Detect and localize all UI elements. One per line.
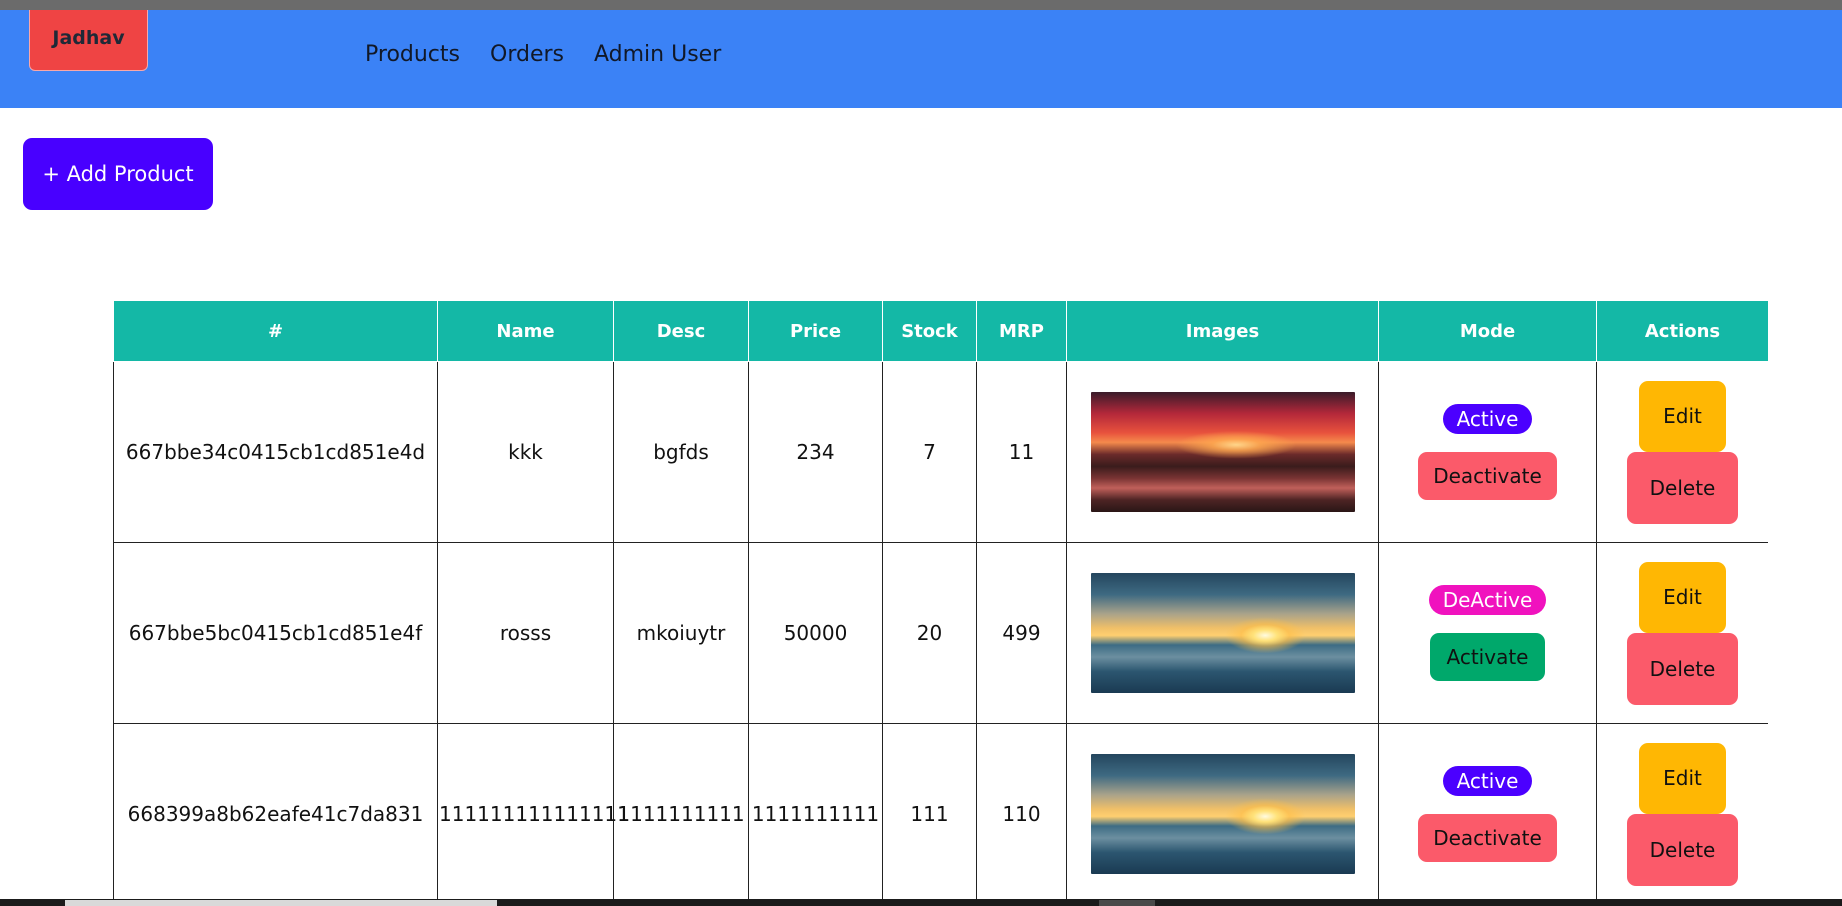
column-header-mode: Mode — [1378, 300, 1597, 362]
table-header-row: # Name Desc Price Stock MRP Images Mode … — [113, 300, 1768, 362]
cell-mode: DeActive Activate — [1378, 542, 1597, 724]
cell-actions: Edit Delete — [1596, 723, 1768, 900]
column-header-images: Images — [1066, 300, 1379, 362]
cell-mode: Active Deactivate — [1378, 723, 1597, 900]
column-header-name: Name — [437, 300, 614, 362]
cell-mrp: 499 — [976, 542, 1067, 724]
status-badge: DeActive — [1428, 585, 1547, 615]
table-row: 667bbe34c0415cb1cd851e4d kkk bgfds 234 7… — [113, 361, 1768, 543]
cell-images — [1066, 723, 1379, 900]
navbar: Jadhav Products Orders Admin User — [0, 10, 1842, 108]
window-top-strip — [0, 0, 1842, 10]
table-row: 668399a8b62eafe41c7da831 111111111111111… — [113, 723, 1768, 900]
nav-link-products[interactable]: Products — [365, 42, 460, 67]
cell-id: 667bbe5bc0415cb1cd851e4f — [113, 542, 438, 724]
cell-mrp: 110 — [976, 723, 1067, 900]
scrollbar-thumb[interactable] — [65, 900, 497, 906]
column-header-stock: Stock — [882, 300, 977, 362]
cell-stock: 111 — [882, 723, 977, 900]
horizontal-scrollbar[interactable] — [0, 899, 1842, 906]
products-table: # Name Desc Price Stock MRP Images Mode … — [113, 300, 1768, 900]
edit-button[interactable]: Edit — [1639, 561, 1726, 633]
nav-link-admin-user[interactable]: Admin User — [594, 42, 721, 67]
cell-desc: bgfds — [613, 361, 749, 543]
cell-desc: 1111111111 — [613, 723, 749, 900]
cell-desc: mkoiuytr — [613, 542, 749, 724]
edit-button[interactable]: Edit — [1639, 742, 1726, 814]
cell-price: 1111111111 — [748, 723, 883, 900]
cell-id: 668399a8b62eafe41c7da831 — [113, 723, 438, 900]
deactivate-button[interactable]: Deactivate — [1418, 452, 1557, 500]
cell-stock: 7 — [882, 361, 977, 543]
cell-stock: 20 — [882, 542, 977, 724]
product-image — [1090, 573, 1355, 693]
products-table-container: # Name Desc Price Stock MRP Images Mode … — [113, 300, 1768, 900]
delete-button[interactable]: Delete — [1627, 813, 1738, 886]
column-header-actions: Actions — [1596, 300, 1768, 362]
deactivate-button[interactable]: Deactivate — [1418, 814, 1557, 862]
column-header-mrp: MRP — [976, 300, 1067, 362]
cell-mrp: 11 — [976, 361, 1067, 543]
column-header-id: # — [113, 300, 438, 362]
product-image — [1090, 754, 1355, 874]
activate-button[interactable]: Activate — [1430, 633, 1545, 681]
delete-button[interactable]: Delete — [1627, 632, 1738, 705]
cell-price: 234 — [748, 361, 883, 543]
product-image — [1090, 392, 1355, 512]
cell-actions: Edit Delete — [1596, 542, 1768, 724]
status-badge: Active — [1442, 766, 1533, 796]
edit-button[interactable]: Edit — [1639, 380, 1726, 452]
add-product-button[interactable]: + Add Product — [23, 138, 213, 210]
cell-id: 667bbe34c0415cb1cd851e4d — [113, 361, 438, 543]
cell-actions: Edit Delete — [1596, 361, 1768, 543]
column-header-desc: Desc — [613, 300, 749, 362]
cell-name: kkk — [437, 361, 614, 543]
nav-links: Products Orders Admin User — [365, 29, 721, 79]
cell-price: 50000 — [748, 542, 883, 724]
cell-name: 111111111111111 — [437, 723, 630, 900]
nav-link-orders[interactable]: Orders — [490, 42, 564, 67]
column-header-price: Price — [748, 300, 883, 362]
scrollbar-marker — [1099, 900, 1155, 906]
status-badge: Active — [1442, 404, 1533, 434]
delete-button[interactable]: Delete — [1627, 451, 1738, 524]
brand-button[interactable]: Jadhav — [29, 10, 148, 71]
table-row: 667bbe5bc0415cb1cd851e4f rosss mkoiuytr … — [113, 542, 1768, 724]
cell-images — [1066, 361, 1379, 543]
cell-mode: Active Deactivate — [1378, 361, 1597, 543]
cell-images — [1066, 542, 1379, 724]
cell-name: rosss — [437, 542, 614, 724]
